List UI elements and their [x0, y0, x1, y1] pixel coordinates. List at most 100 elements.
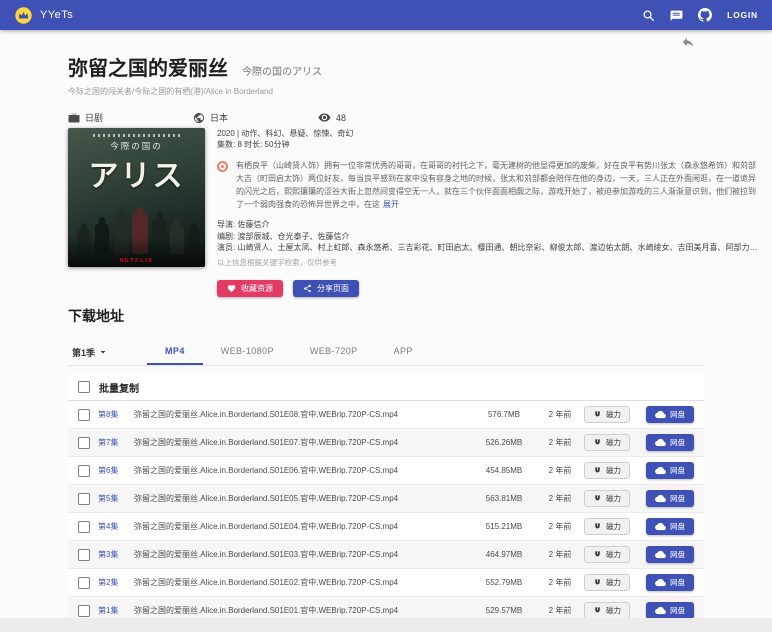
file-size: 454.85MB — [485, 466, 523, 475]
episode-link[interactable]: 第7集 — [98, 437, 128, 448]
table-row: 第5集 弥留之国的爱丽丝.Alice.in.Borderland.S01E05.… — [68, 485, 704, 513]
original-title: 今際の国のアリス — [242, 67, 322, 78]
file-size: 529.57MB — [485, 606, 523, 615]
pan-button[interactable]: 网盘 — [646, 546, 694, 563]
table-row: 第6集 弥留之国的爱丽丝.Alice.in.Borderland.S01E06.… — [68, 457, 704, 485]
file-age: 2 年前 — [548, 410, 572, 419]
row-checkbox[interactable] — [78, 408, 90, 421]
file-age: 2 年前 — [548, 578, 572, 587]
cloud-icon — [655, 494, 666, 503]
episode-link[interactable]: 第1集 — [98, 605, 128, 616]
row-checkbox[interactable] — [78, 604, 90, 617]
episode-link[interactable]: 第5集 — [98, 493, 128, 504]
meta-region: 日本 — [193, 111, 318, 124]
file-age: 2 年前 — [548, 466, 572, 475]
pan-button[interactable]: 网盘 — [646, 518, 694, 535]
file-age: 2 年前 — [548, 550, 572, 559]
hero-section: 弥留之国的爱丽丝 今際の国のアリス 今际之国的闯关者/今际之国的有栖(港)/Al… — [68, 52, 728, 124]
batch-copy-label: 批量复制 — [99, 383, 139, 395]
magnet-icon — [595, 579, 600, 585]
episode-link[interactable]: 第3集 — [98, 549, 128, 560]
episode-link[interactable]: 第6集 — [98, 465, 128, 476]
magnet-button[interactable]: 磁力 — [584, 518, 630, 535]
magnet-button[interactable]: 磁力 — [584, 406, 630, 423]
file-size: 576.7MB — [487, 410, 521, 419]
github-icon[interactable] — [698, 8, 713, 22]
row-checkbox[interactable] — [78, 436, 90, 449]
file-age: 2 年前 — [548, 522, 572, 531]
magnet-button[interactable]: 磁力 — [584, 462, 630, 479]
row-checkbox[interactable] — [78, 464, 90, 477]
file-size: 515.21MB — [485, 522, 523, 531]
alias-line: 今际之国的闯关者/今际之国的有栖(港)/Alice in Borderland — [68, 87, 273, 96]
table-row: 第7集 弥留之国的爱丽丝.Alice.in.Borderland.S01E07.… — [68, 429, 704, 457]
table-row: 第8集 弥留之国的爱丽丝.Alice.in.Borderland.S01E08.… — [68, 401, 704, 429]
favorite-button[interactable]: 收藏资源 — [217, 279, 283, 297]
meta-channel-label: 日剧 — [85, 113, 104, 123]
year-genres: 2020 | 动作、科幻、悬疑、惊悚、奇幻 — [217, 129, 354, 138]
media-section: 今際の国の アリス NETFLIX 2020 | 动作、科幻、悬疑、惊悚、奇幻 … — [68, 128, 760, 297]
episode-link[interactable]: 第4集 — [98, 521, 128, 532]
brand[interactable]: YYeTs — [14, 6, 73, 25]
disclaimer: 以上信息根据关键字检索，仅供参考 — [217, 257, 337, 267]
magnet-button[interactable]: 磁力 — [584, 574, 630, 591]
file-name: 弥留之国的爱丽丝.Alice.in.Borderland.S01E01.官中.W… — [134, 606, 399, 615]
row-checkbox[interactable] — [78, 548, 90, 561]
search-icon[interactable] — [642, 9, 655, 22]
writers-value: 渡部辰城、仓光泰子、佐藤信介 — [237, 231, 350, 241]
login-button[interactable]: LOGIN — [727, 10, 758, 20]
batch-copy-checkbox[interactable] — [78, 381, 90, 393]
episodes-duration: 集数: 8 时长: 50分钟 — [217, 140, 290, 149]
cloud-icon — [655, 578, 666, 587]
tab-mp4[interactable]: MP4 — [147, 339, 203, 365]
row-checkbox[interactable] — [78, 492, 90, 505]
tab-web-1080p[interactable]: WEB-1080P — [203, 339, 292, 365]
magnet-button[interactable]: 磁力 — [584, 434, 630, 451]
season-select[interactable]: 第1季 — [68, 339, 113, 365]
poster-credits-strip — [92, 134, 181, 137]
table-row: 第2集 弥留之国的爱丽丝.Alice.in.Borderland.S01E02.… — [68, 569, 704, 597]
pan-button[interactable]: 网盘 — [646, 406, 694, 423]
magnet-button[interactable]: 磁力 — [584, 546, 630, 563]
episode-link[interactable]: 第8集 — [98, 409, 128, 420]
download-table: 第8集 弥留之国的爱丽丝.Alice.in.Borderland.S01E08.… — [68, 401, 704, 625]
tab-web-720p[interactable]: WEB-720P — [292, 339, 376, 365]
tab-app[interactable]: APP — [376, 339, 431, 365]
file-age: 2 年前 — [548, 438, 572, 447]
back-icon[interactable] — [681, 35, 695, 49]
footer-strip — [0, 618, 772, 632]
share-button[interactable]: 分享页面 — [293, 279, 359, 297]
douban-icon — [217, 161, 228, 172]
pan-button[interactable]: 网盘 — [646, 434, 694, 451]
share-icon — [304, 284, 311, 292]
magnet-icon — [595, 523, 600, 529]
meta-views: 48 — [318, 111, 443, 124]
pan-button[interactable]: 网盘 — [646, 490, 694, 507]
downloads-section: 下载地址 第1季 MP4 WEB-1080P WEB-720P APP 批量复制… — [68, 306, 704, 625]
file-name: 弥留之国的爱丽丝.Alice.in.Borderland.S01E04.官中.W… — [134, 522, 399, 531]
episode-link[interactable]: 第2集 — [98, 577, 128, 588]
poster: 今際の国の アリス NETFLIX — [68, 128, 205, 267]
magnet-icon — [595, 411, 600, 417]
cloud-icon — [655, 606, 666, 615]
magnet-button[interactable]: 磁力 — [584, 490, 630, 507]
file-age: 2 年前 — [548, 606, 572, 615]
messages-icon[interactable] — [670, 9, 683, 22]
file-size: 526.26MB — [485, 438, 523, 447]
row-checkbox[interactable] — [78, 520, 90, 533]
meta-region-label: 日本 — [210, 113, 229, 123]
netflix-logo: NETFLIX — [119, 258, 154, 264]
cloud-icon — [655, 438, 666, 447]
writers-line: 编剧: 渡部辰城、仓光泰子、佐藤信介 — [217, 231, 350, 241]
magnet-button[interactable]: 磁力 — [584, 602, 630, 619]
cloud-icon — [655, 466, 666, 475]
pan-button[interactable]: 网盘 — [646, 602, 694, 619]
crown-logo-icon — [14, 6, 33, 25]
expand-link[interactable]: 展开 — [383, 200, 399, 209]
pan-button[interactable]: 网盘 — [646, 462, 694, 479]
pan-button[interactable]: 网盘 — [646, 574, 694, 591]
file-name: 弥留之国的爱丽丝.Alice.in.Borderland.S01E08.官中.W… — [134, 410, 399, 419]
magnet-icon — [595, 439, 600, 445]
batch-copy-row: 批量复制 — [68, 374, 704, 401]
row-checkbox[interactable] — [78, 576, 90, 589]
